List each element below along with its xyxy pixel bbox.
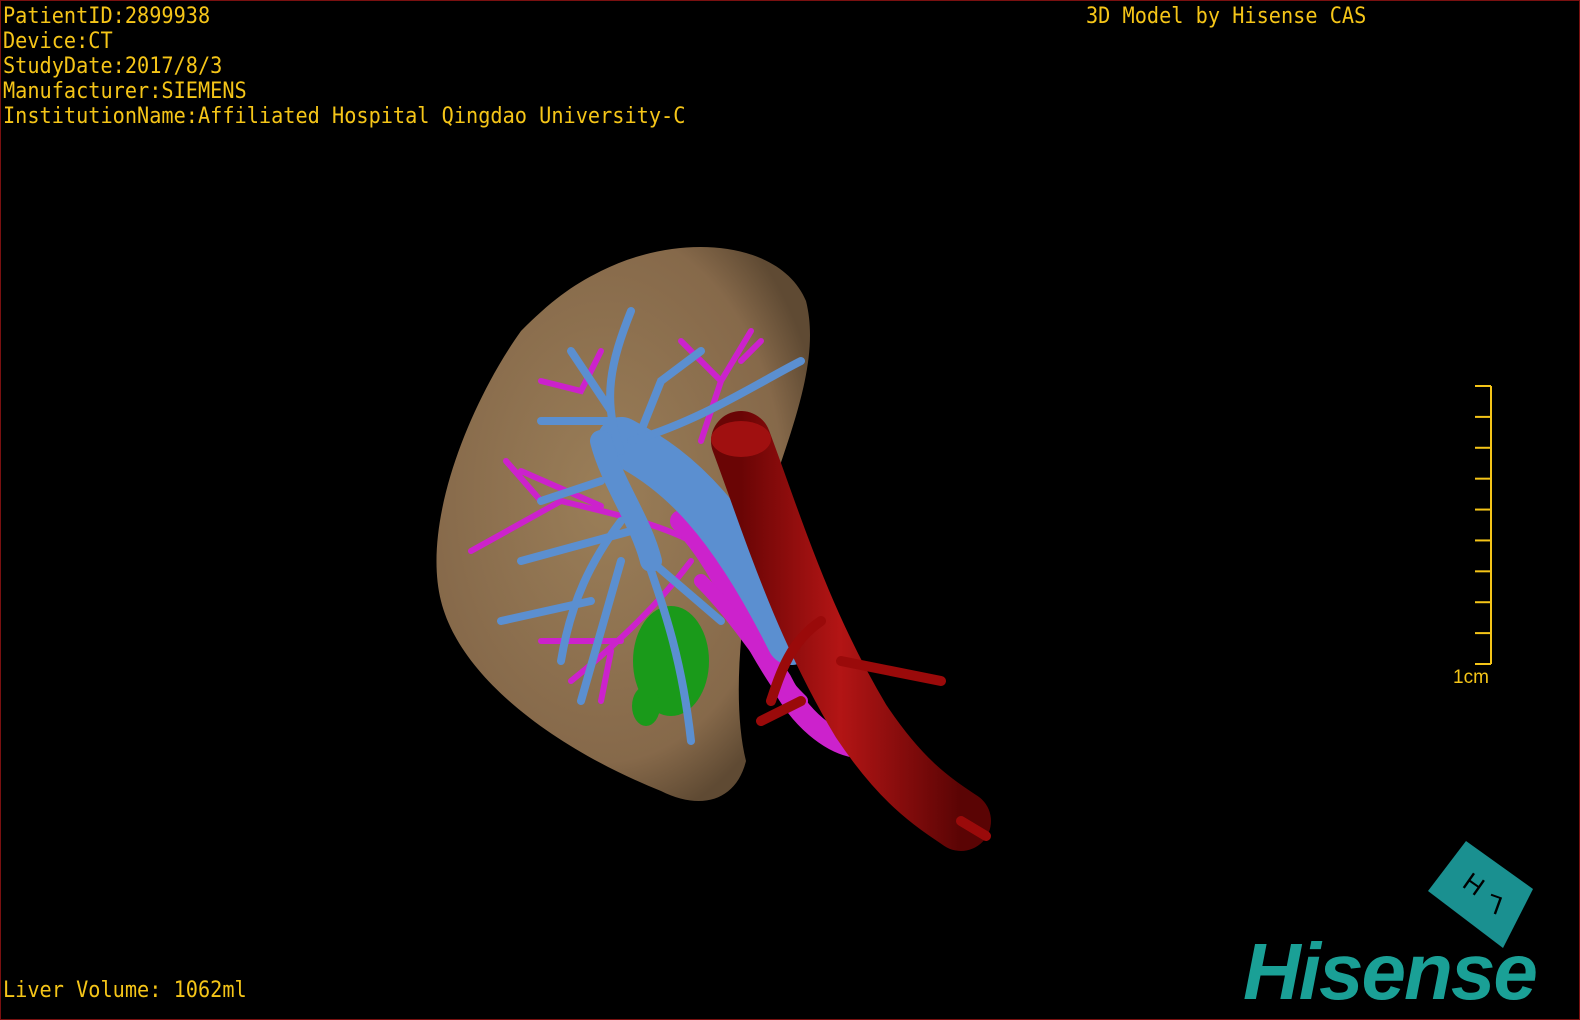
hisense-logo: Hisense [1243,927,1538,1016]
scale-bar-label: 1cm [1453,667,1489,688]
liver-volume: Liver Volume: 1062ml [3,978,247,1003]
patient-id: PatientID:2899938 [3,4,211,29]
patient-info: PatientID:2899938 Device:CT StudyDate:2017… [3,4,685,129]
device: Device:CT [3,29,113,54]
model-credit: 3D Model by Hisense CAS [1086,4,1367,29]
liver-3d-model[interactable]: H L [1,1,1580,1020]
3d-viewport[interactable]: H L PatientID:2899938 Device:CT StudyDate:… [0,0,1580,1020]
manufacturer: Manufacturer:SIEMENS [3,79,247,104]
scale-bar [1475,385,1492,665]
study-date: StudyDate:2017/8/3 [3,54,223,79]
institution-name: InstitutionName:Affiliated Hospital Qing… [3,104,686,129]
